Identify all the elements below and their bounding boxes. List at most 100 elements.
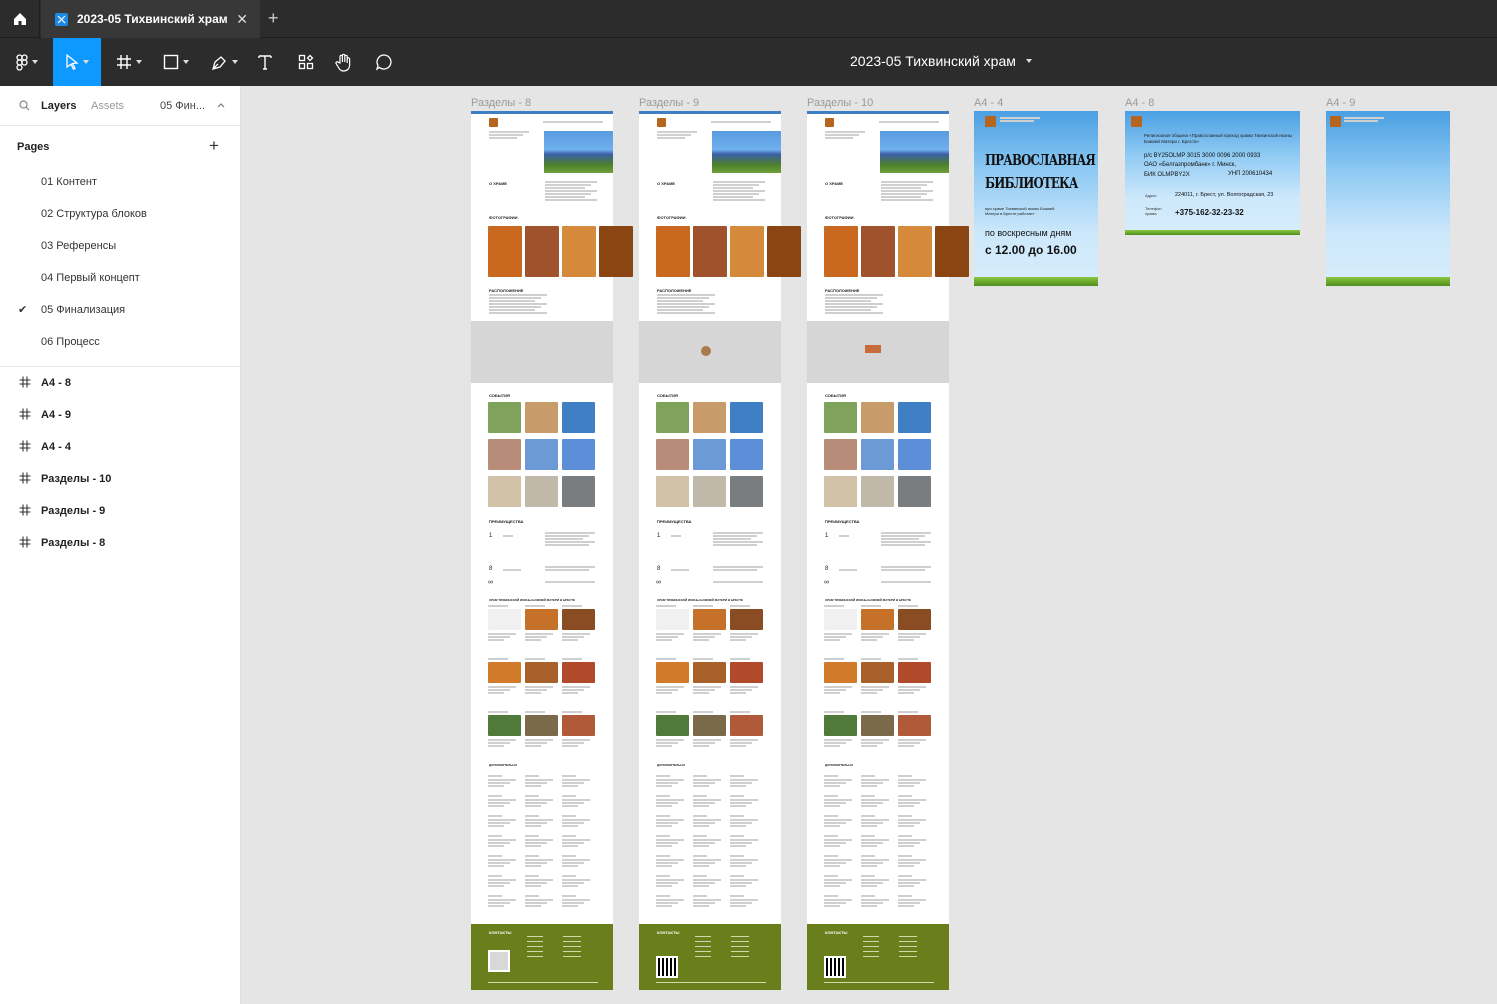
text-line [562, 859, 590, 861]
add-page-button[interactable]: + [209, 136, 219, 156]
text-line [730, 902, 752, 904]
site-frame-top[interactable]: О ХРАМЕ ФОТОГРАФИИ РАСПОЛОЖЕНИЕ [639, 111, 801, 321]
layer-item[interactable]: A4 - 8 [0, 367, 240, 399]
text-line [657, 300, 703, 302]
comment-tool-button[interactable] [373, 38, 395, 86]
text-line [545, 569, 589, 571]
text-line [730, 845, 746, 847]
text-line [693, 815, 707, 817]
photo-thumbnail [898, 439, 931, 470]
qr-code [488, 950, 510, 972]
text-line [489, 306, 541, 308]
photo-thumbnail [825, 118, 834, 127]
frame-tool-button[interactable] [111, 38, 147, 86]
text-line [525, 636, 547, 638]
text-line [656, 692, 672, 694]
page-item[interactable]: 06 Процесс [0, 326, 240, 358]
frame-hash-icon [19, 472, 31, 484]
text-line [898, 636, 920, 638]
shape-tool-button[interactable] [158, 38, 194, 86]
footer-line [563, 951, 581, 952]
search-icon[interactable] [19, 100, 30, 111]
a4-8-card[interactable]: Религиозная община «Православный приход … [1125, 111, 1300, 235]
site-frame-bottom[interactable]: СОБЫТИЯ ПРЕИМУЩЕСТВА 1 8 ∞ ХРАМ ТИХВИНСКОЙ ИК… [639, 383, 781, 924]
photo-thumbnail [525, 402, 558, 433]
close-tab-icon[interactable]: ✕ [236, 11, 248, 28]
resources-button[interactable] [295, 38, 317, 86]
move-tool-button[interactable] [53, 38, 101, 86]
a4-9-blank[interactable] [1326, 111, 1450, 286]
text-line [562, 902, 584, 904]
text-line [824, 795, 838, 797]
page-item[interactable]: 03 Референсы [0, 230, 240, 262]
frame-label[interactable]: Разделы - 8 [471, 97, 531, 109]
photo-thumbnail [824, 609, 857, 630]
frame-label[interactable]: A4 - 4 [974, 97, 1003, 109]
text-tool-button[interactable] [254, 38, 276, 86]
page-item[interactable]: 04 Первый концепт [0, 262, 240, 294]
canvas[interactable]: Разделы - 8 Разделы - 9 Разделы - 10 A4 - 4… [242, 86, 1497, 1004]
text-line [861, 905, 877, 907]
layer-item[interactable]: Разделы - 10 [0, 463, 240, 495]
file-tab[interactable]: 2023-05 Тихвинский храм ✕ [41, 0, 260, 38]
page-item[interactable]: ✔ 05 Финализация [0, 294, 240, 326]
text-line [562, 805, 578, 807]
text-line [861, 822, 883, 824]
tab-layers[interactable]: Layers [41, 100, 76, 112]
hand-tool-button[interactable] [333, 38, 355, 86]
card-bik: БИК OLMPBY2X [1144, 172, 1190, 178]
text-line [824, 902, 846, 904]
site-text: 1 [657, 533, 661, 539]
text-line [713, 190, 765, 192]
text-line [861, 605, 881, 607]
footer-line [695, 956, 711, 957]
page-switcher[interactable]: 05 Фин... [160, 100, 205, 112]
text-line [824, 839, 852, 841]
text-line [693, 658, 713, 660]
text-line [730, 882, 752, 884]
layer-item[interactable]: A4 - 9 [0, 399, 240, 431]
layer-item[interactable]: A4 - 4 [0, 431, 240, 463]
site-frame-top[interactable]: О ХРАМЕ ФОТОГРАФИИ РАСПОЛОЖЕНИЕ [471, 111, 633, 321]
text-line [730, 692, 746, 694]
text-line [730, 605, 750, 607]
main-menu-button[interactable] [8, 38, 46, 86]
document-title[interactable]: 2023-05 Тихвинский храм [850, 53, 1032, 69]
tab-assets[interactable]: Assets [91, 100, 124, 112]
text-line [693, 882, 715, 884]
pen-tool-button[interactable] [206, 38, 242, 86]
card-unp: УНП 200610434 [1228, 171, 1273, 177]
text-line [525, 899, 553, 901]
page-item[interactable]: 02 Структура блоков [0, 198, 240, 230]
layer-item[interactable]: Разделы - 8 [0, 527, 240, 559]
chevron-up-icon[interactable] [217, 102, 225, 108]
home-button[interactable] [0, 0, 40, 38]
card-phone-label: Телефон храма [1145, 206, 1162, 216]
text-line [861, 882, 883, 884]
text-line [525, 686, 553, 688]
new-tab-button[interactable]: + [268, 8, 279, 29]
site-frame-bottom[interactable]: СОБЫТИЯ ПРЕИМУЩЕСТВА 1 8 ∞ ХРАМ ТИХВИНСКОЙ ИК… [471, 383, 613, 924]
site-frame-bottom[interactable]: СОБЫТИЯ ПРЕИМУЩЕСТВА 1 8 ∞ ХРАМ ТИХВИНСКОЙ ИК… [807, 383, 949, 924]
frame-label[interactable]: Разделы - 9 [639, 97, 699, 109]
layer-item[interactable]: Разделы - 9 [0, 495, 240, 527]
a4-4-poster[interactable]: ПРАВОСЛАВНАЯ БИБЛИОТЕКА при храме Тихвинск… [974, 111, 1098, 286]
photo-thumbnail [488, 226, 522, 277]
text-line [525, 689, 547, 691]
page-item[interactable]: 01 Контент [0, 166, 240, 198]
page-item-label: 04 Первый концепт [41, 272, 140, 284]
site-frame-top[interactable]: О ХРАМЕ ФОТОГРАФИИ РАСПОЛОЖЕНИЕ [807, 111, 969, 321]
poster-title: ПРАВОСЛАВНАЯ [985, 151, 1096, 169]
footer-line [899, 946, 917, 947]
text-line [824, 905, 840, 907]
poster-sub: при храме Тихвинской иконы Божией Матери… [985, 206, 1055, 216]
text-line [562, 692, 578, 694]
frame-label[interactable]: A4 - 9 [1326, 97, 1355, 109]
frame-label[interactable]: A4 - 8 [1125, 97, 1154, 109]
photo-thumbnail [730, 715, 763, 736]
text-line [656, 742, 678, 744]
text-line [562, 779, 590, 781]
frame-label[interactable]: Разделы - 10 [807, 97, 873, 109]
text-line [713, 187, 753, 189]
text-line [898, 842, 920, 844]
